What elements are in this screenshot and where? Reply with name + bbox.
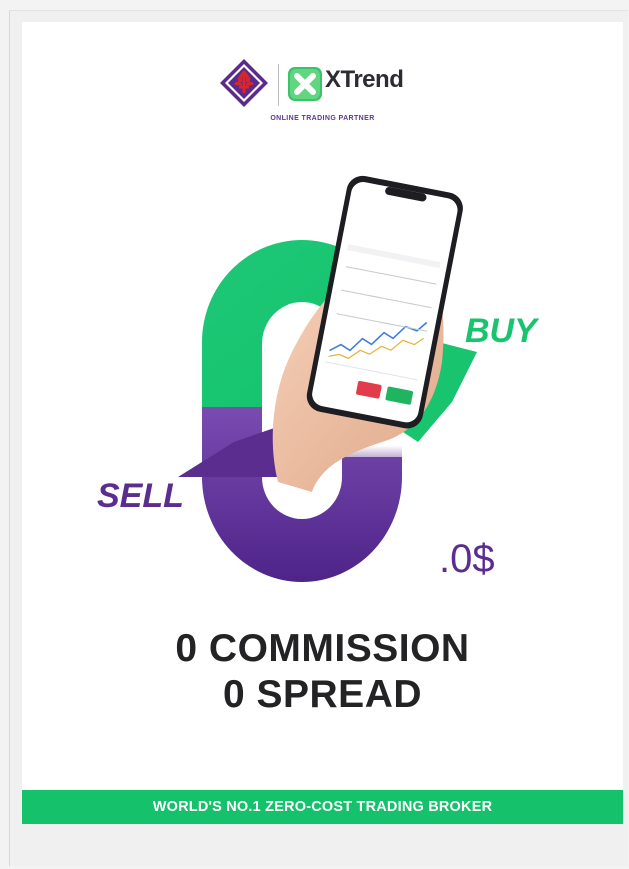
banner-text: WORLD'S NO.1 ZERO-COST TRADING BROKER <box>152 799 493 815</box>
headline-line1: 0 COMMISSION <box>175 627 470 670</box>
price-label: .0$ <box>439 537 495 581</box>
headline-line2: 0 SPREAD <box>222 673 423 716</box>
sell-label: SELL <box>97 477 184 515</box>
headline: 0 COMMISSION 0 SPREAD <box>22 626 623 718</box>
banner[interactable]: WORLD'S NO.1 ZERO-COST TRADING BROKER <box>22 790 623 824</box>
buy-label: BUY <box>465 312 540 350</box>
ad-card[interactable]: XTrend ONLINE TRADING PARTNER BUY SELL .… <box>22 22 623 824</box>
